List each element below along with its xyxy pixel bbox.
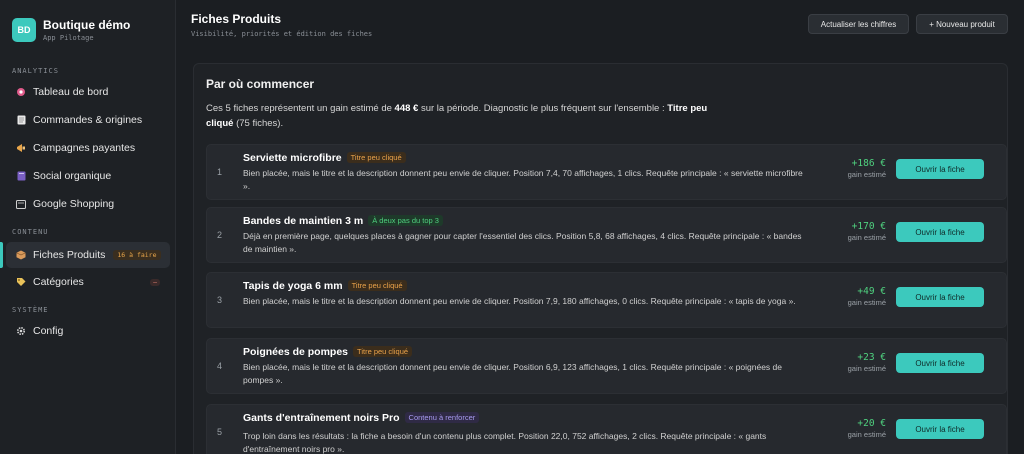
section-label-systeme: SYSTÈME	[12, 306, 49, 314]
gear-icon	[16, 326, 26, 336]
sidebar-item-label: Catégories	[33, 276, 84, 288]
brand: BD Boutique démo App Pilotage	[0, 0, 175, 46]
open-product-button[interactable]: Ouvrir la fiche	[896, 287, 984, 307]
priority-panel: Par où commencer Ces 5 fiches représente…	[193, 63, 1008, 454]
open-product-button[interactable]: Ouvrir la fiche	[896, 222, 984, 242]
product-description: Déjà en première page, quelques places à…	[243, 231, 802, 254]
gain-value: +49 €	[857, 286, 886, 297]
shopping-icon	[16, 199, 26, 209]
panel-title: Par où commencer	[206, 77, 315, 91]
dashboard-icon	[16, 87, 26, 97]
sidebar-item-social[interactable]: Social organique	[6, 163, 170, 189]
diagnostic-tag: Titre peu cliqué	[346, 152, 406, 163]
sidebar-item-dashboard[interactable]: Tableau de bord	[6, 79, 170, 105]
diagnostic-tag: Contenu à renforcer	[404, 412, 480, 423]
sidebar-item-label: Social organique	[33, 170, 112, 182]
product-description: Trop loin dans les résultats : la fiche …	[243, 431, 767, 454]
book-icon	[16, 171, 26, 181]
tag-icon	[16, 277, 26, 287]
product-description: Bien placée, mais le titre et la descrip…	[243, 296, 796, 306]
active-indicator	[0, 242, 3, 268]
gain-value: +20 €	[857, 418, 886, 429]
product-title: Bandes de maintien 3 m	[243, 215, 364, 227]
rank-number: 2	[217, 230, 223, 240]
panel-intro: Ces 5 fiches représentent un gain estimé…	[206, 103, 708, 129]
gain-label: gain estimé	[847, 170, 886, 179]
sidebar-item-categories[interactable]: Catégories –	[6, 269, 170, 295]
gain-value: +170 €	[851, 221, 886, 232]
product-card: 1 Serviette microfibre Titre peu cliqué B…	[206, 144, 1007, 200]
sidebar-item-label: Tableau de bord	[33, 86, 109, 98]
sidebar-item-label: Commandes & origines	[33, 114, 143, 126]
todo-badge: 16 à faire	[113, 250, 161, 260]
diagnostic-tag: À deux pas du top 3	[368, 215, 443, 226]
sidebar-item-label: Fiches Produits	[33, 249, 106, 261]
section-label-analytics: ANALYTICS	[12, 67, 59, 75]
gain-value: +23 €	[857, 352, 886, 363]
open-product-button[interactable]: Ouvrir la fiche	[896, 353, 984, 373]
brand-subtitle: App Pilotage	[43, 33, 94, 42]
categories-badge: –	[150, 278, 160, 286]
megaphone-icon	[16, 143, 26, 153]
refresh-button[interactable]: Actualiser les chiffres	[808, 14, 909, 34]
product-description: Bien placée, mais le titre et la descrip…	[243, 168, 803, 191]
sidebar: BD Boutique démo App Pilotage ANALYTICS …	[0, 0, 176, 454]
product-title: Serviette microfibre	[243, 152, 342, 164]
gain-label: gain estimé	[847, 233, 886, 242]
document-icon	[16, 115, 26, 125]
sidebar-item-config[interactable]: Config	[6, 318, 170, 344]
product-description: Bien placée, mais le titre et la descrip…	[243, 362, 782, 385]
brand-logo: BD	[12, 17, 36, 42]
product-title: Poignées de pompes	[243, 346, 349, 358]
product-title: Gants d'entraînement noirs Pro	[243, 412, 400, 424]
product-card: 5 Gants d'entraînement noirs Pro Contenu …	[206, 404, 1007, 454]
product-title: Tapis de yoga 6 mm	[243, 280, 343, 292]
sidebar-item-google-shopping[interactable]: Google Shopping	[6, 191, 170, 217]
product-card: 3 Tapis de yoga 6 mm Titre peu cliqué Bie…	[206, 272, 1007, 328]
sidebar-item-product-sheets[interactable]: Fiches Produits 16 à faire	[6, 242, 170, 268]
product-card: 4 Poignées de pompes Titre peu cliqué Bie…	[206, 338, 1007, 394]
rank-number: 4	[217, 361, 223, 371]
open-product-button[interactable]: Ouvrir la fiche	[896, 419, 984, 439]
page-header: Fiches Produits Visibilité, priorités et…	[177, 0, 1024, 50]
box-icon	[16, 250, 26, 260]
sidebar-item-label: Campagnes payantes	[33, 142, 136, 154]
gain-label: gain estimé	[847, 298, 886, 307]
gain-label: gain estimé	[847, 430, 886, 439]
diagnostic-tag: Titre peu cliqué	[347, 280, 407, 291]
sidebar-item-label: Google Shopping	[33, 198, 115, 210]
diagnostic-tag: Titre peu cliqué	[353, 346, 413, 357]
product-card: 2 Bandes de maintien 3 m À deux pas du to…	[206, 207, 1007, 263]
section-label-contenu: CONTENU	[12, 228, 49, 236]
rank-number: 5	[217, 427, 223, 437]
brand-title: Boutique démo	[43, 17, 131, 32]
new-product-button[interactable]: + Nouveau produit	[916, 14, 1008, 34]
open-product-button[interactable]: Ouvrir la fiche	[896, 159, 984, 179]
gain-value: +186 €	[851, 158, 886, 169]
estimated-gain-total: 448 €	[394, 103, 419, 114]
page-title: Fiches Produits	[191, 12, 282, 26]
sidebar-item-label: Config	[33, 325, 64, 337]
page-subtitle: Visibilité, priorités et édition des fic…	[191, 30, 373, 38]
rank-number: 3	[217, 295, 223, 305]
sidebar-item-orders[interactable]: Commandes & origines	[6, 107, 170, 133]
gain-label: gain estimé	[847, 364, 886, 373]
sidebar-item-campaigns[interactable]: Campagnes payantes	[6, 135, 170, 161]
rank-number: 1	[217, 167, 223, 177]
